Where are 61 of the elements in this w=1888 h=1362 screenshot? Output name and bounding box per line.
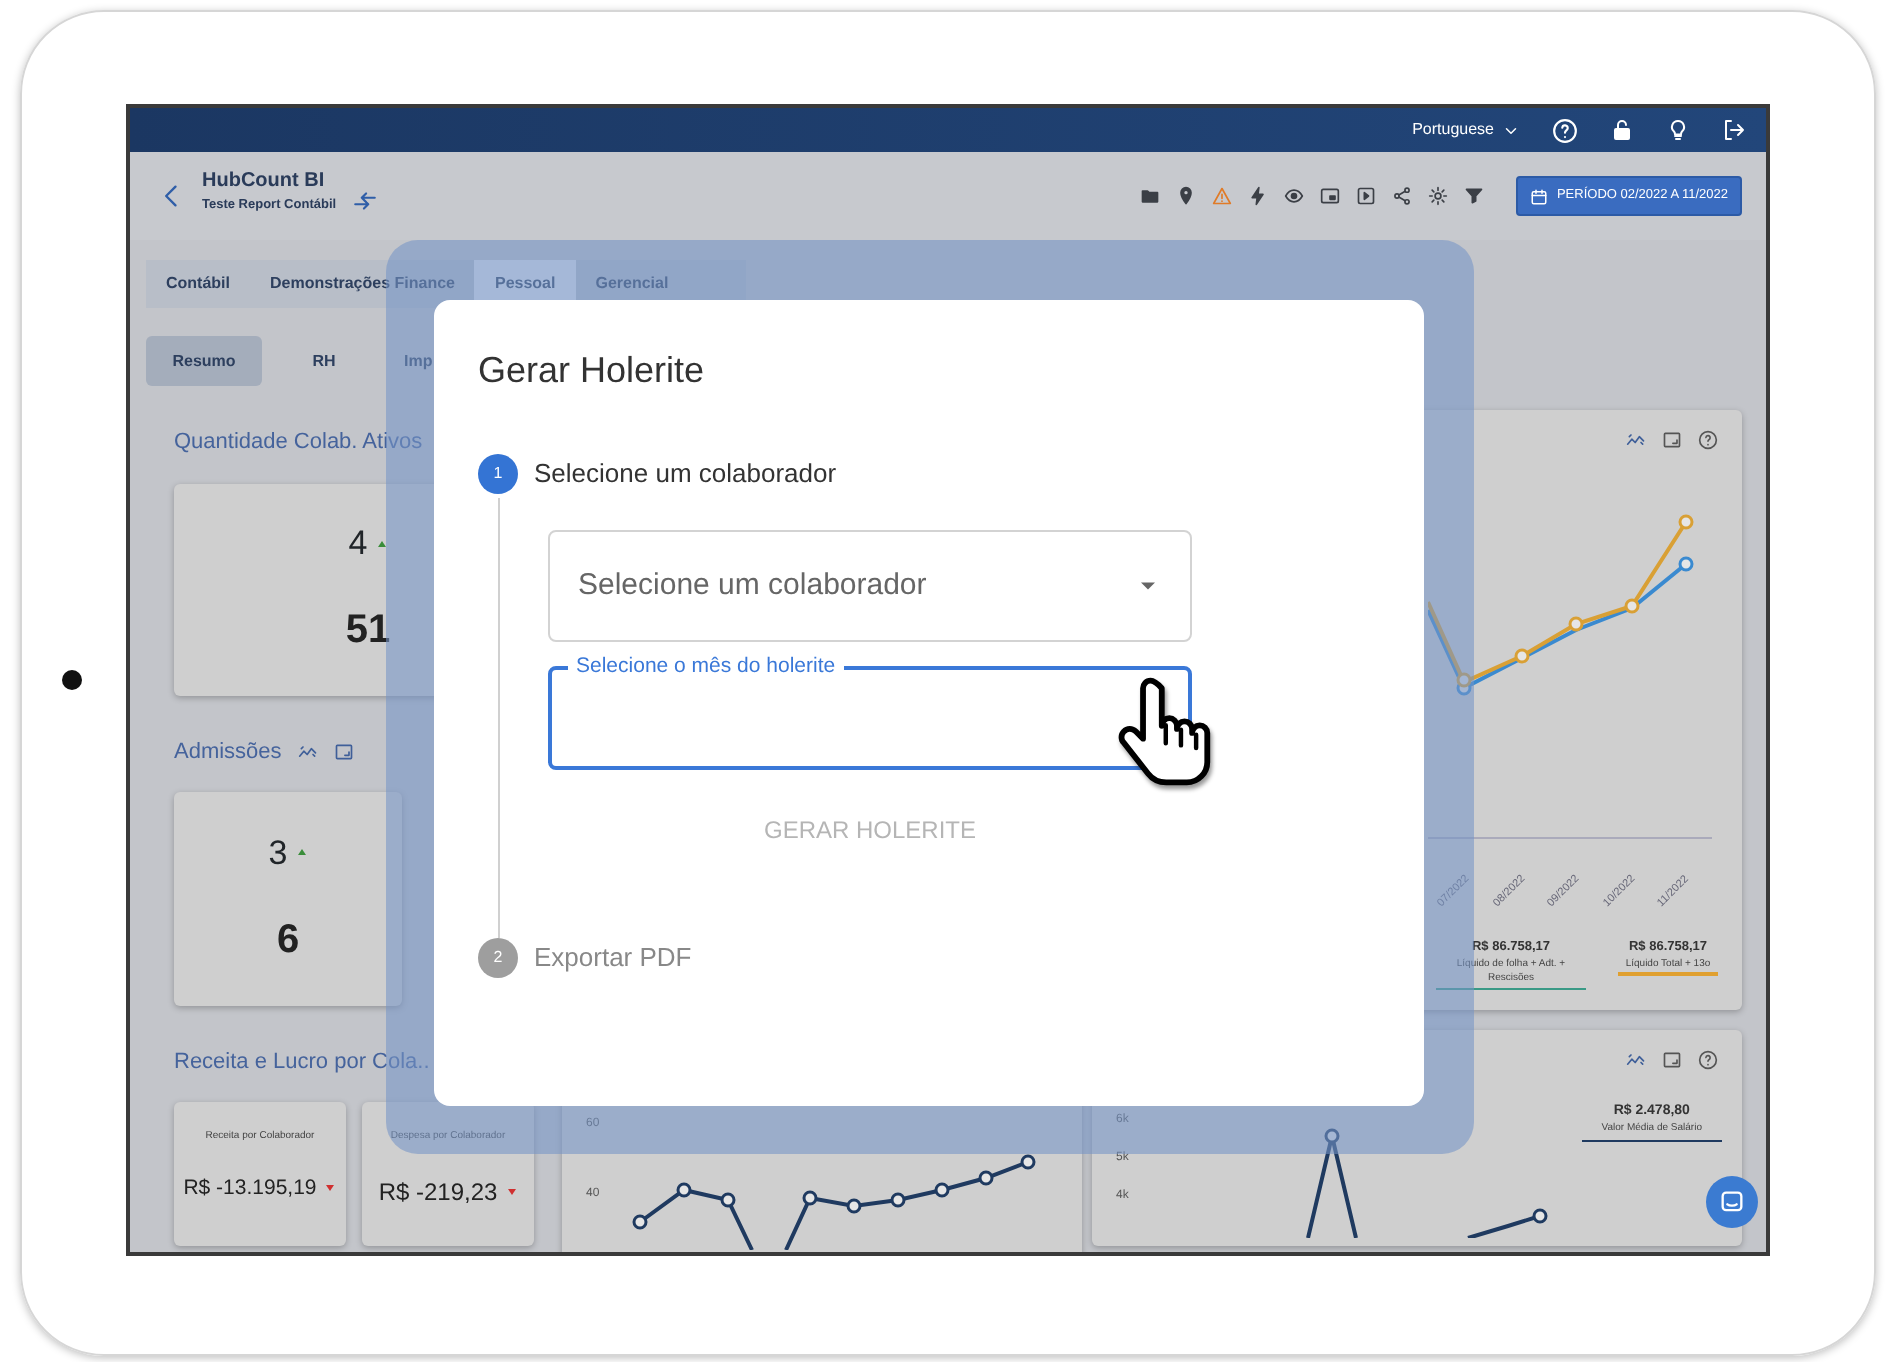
eye-icon[interactable] (1284, 186, 1305, 206)
language-dropdown[interactable]: Portuguese (1412, 118, 1520, 142)
data-point (720, 1192, 736, 1208)
step-label: Exportar PDF (534, 940, 692, 977)
lightning-icon[interactable] (1248, 186, 1269, 206)
data-point (934, 1182, 950, 1198)
play-icon[interactable] (1356, 186, 1377, 206)
data-point (1020, 1154, 1036, 1170)
lightbulb-icon[interactable] (1666, 118, 1690, 142)
help-icon[interactable] (1698, 430, 1718, 450)
image-icon[interactable] (1662, 1049, 1682, 1070)
data-point (846, 1198, 862, 1214)
kpi-value: 51 (345, 606, 391, 657)
chart-icon[interactable] (1626, 430, 1646, 450)
step-label: Selecione um colaborador (534, 456, 837, 493)
tab[interactable]: Contábil (146, 260, 250, 308)
data-point (1324, 1128, 1340, 1144)
share-icon[interactable] (1392, 186, 1413, 206)
chat-icon (1718, 1188, 1746, 1216)
kpi-value: 6 (276, 916, 300, 967)
image-icon[interactable] (1662, 430, 1682, 450)
dialog-title: Gerar Holerite (478, 348, 707, 394)
chart-icon[interactable] (1626, 1049, 1646, 1070)
subtab[interactable]: RH (266, 336, 382, 386)
step-number: 1 (478, 454, 518, 494)
data-point (1678, 556, 1694, 572)
subtab[interactable]: Resumo (146, 336, 262, 386)
widget-title: Receita e Lucro por Cola.. (174, 1047, 430, 1077)
change-value: 4 (348, 521, 368, 566)
data-point (1514, 648, 1530, 664)
calendar-icon (1530, 187, 1549, 205)
change-value: 3 (268, 831, 288, 876)
data-point (1532, 1208, 1548, 1224)
image-icon[interactable] (333, 742, 354, 762)
data-point (1678, 514, 1694, 530)
tab[interactable]: Demonstrações Finance (250, 260, 475, 308)
chart-icon[interactable] (297, 742, 318, 762)
data-point (1568, 616, 1584, 632)
widget-title: Admissões (174, 737, 282, 768)
app-title: HubCount BI (202, 167, 327, 196)
chat-button[interactable] (1706, 1176, 1758, 1228)
folder-icon[interactable] (1140, 186, 1161, 206)
step-number: 2 (478, 938, 518, 978)
metric-value: R$ -13.195,19 (183, 1173, 317, 1203)
data-point (802, 1190, 818, 1206)
data-point (676, 1182, 692, 1198)
location-pin-icon[interactable] (1176, 186, 1197, 206)
swap-icon[interactable] (352, 187, 379, 213)
metric-value: R$ -219,23 (378, 1175, 498, 1209)
camera-dot (62, 670, 82, 690)
data-point (978, 1170, 994, 1186)
lock-icon[interactable] (1610, 118, 1634, 142)
data-point (632, 1214, 648, 1230)
help-icon[interactable] (1698, 1049, 1718, 1070)
data-point (890, 1192, 906, 1208)
employee-select[interactable]: Selecione um colaborador (548, 530, 1192, 642)
picture-in-picture-icon[interactable] (1320, 186, 1341, 206)
widget-title: Quantidade Colab. Ativos (174, 428, 423, 458)
filter-icon[interactable] (1464, 186, 1485, 206)
logout-icon[interactable] (1722, 118, 1746, 142)
data-point (1624, 598, 1640, 614)
